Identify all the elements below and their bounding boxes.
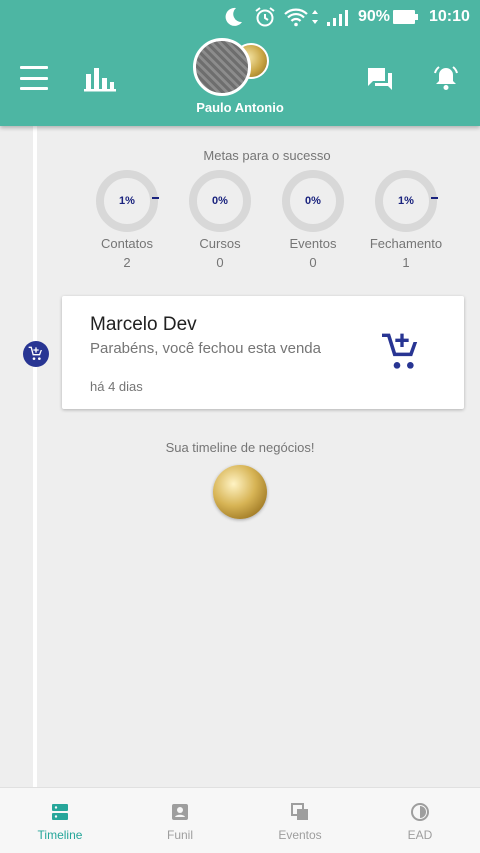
goal-percent: 1% (119, 195, 135, 207)
timeline-line (33, 126, 37, 788)
menu-icon[interactable] (20, 66, 48, 90)
app-header: 90% 10:10 Paulo Antonio (0, 0, 480, 126)
battery-percent: 90% (358, 8, 391, 25)
wifi-icon (284, 6, 308, 28)
timeline-footer-text: Sua timeline de negócios! (165, 440, 315, 455)
goal-label: Fechamento (369, 236, 443, 251)
card-contact-name: Marcelo Dev (90, 314, 197, 335)
chat-icon[interactable] (366, 66, 394, 92)
tab-ead[interactable]: EAD (360, 788, 480, 853)
alarm-bell-icon[interactable] (432, 64, 460, 92)
goal-count: 1 (402, 255, 410, 270)
cart-marker-icon (23, 341, 49, 367)
goal-fechamento: 1% Fechamento 1 (356, 170, 456, 270)
bar-chart-icon[interactable] (84, 64, 116, 92)
timeline-card[interactable]: Marcelo Dev Parabéns, você fechou esta v… (62, 296, 464, 409)
goal-ring: 1% (96, 170, 159, 232)
contact-card-icon (172, 804, 188, 820)
clock: 10:10 (429, 8, 470, 25)
bottom-navigation: Timeline Funil Eventos EAD (0, 787, 480, 853)
tab-label: Funil (166, 828, 193, 842)
moon-icon (222, 6, 244, 28)
goal-eventos: 0% Eventos 0 (263, 170, 363, 270)
goal-ring: 0% (189, 170, 251, 232)
tab-label: Eventos (278, 828, 322, 842)
goal-percent: 0% (305, 195, 321, 207)
battery-icon (392, 6, 420, 28)
tab-funil[interactable]: Funil (120, 788, 240, 853)
status-bar: 90% 10:10 (0, 0, 480, 34)
add-shopping-cart-icon (382, 332, 422, 372)
alarm-icon (254, 6, 276, 28)
goal-ring: 0% (282, 170, 344, 232)
goal-count: 0 (216, 255, 224, 270)
tab-label: EAD (407, 828, 433, 842)
copy-icon (291, 803, 308, 820)
avatar[interactable] (193, 38, 251, 96)
goal-count: 2 (123, 255, 131, 270)
goal-contatos: 1% Contatos 2 (77, 170, 177, 270)
goal-percent: 1% (398, 195, 414, 207)
card-message: Parabéns, você fechou esta venda (90, 340, 321, 357)
signal-icon (326, 6, 352, 28)
goal-count: 0 (309, 255, 317, 270)
goals-title: Metas para o sucesso (203, 148, 331, 163)
tab-timeline[interactable]: Timeline (0, 788, 120, 853)
tab-eventos[interactable]: Eventos (240, 788, 360, 853)
timeline-icon (52, 804, 68, 820)
goal-percent: 0% (212, 195, 228, 207)
tab-label: Timeline (37, 828, 83, 842)
pie-icon (411, 803, 429, 821)
profile-avatar-group[interactable] (193, 38, 277, 98)
user-name: Paulo Antonio (196, 100, 284, 115)
card-timestamp: há 4 dias (90, 379, 143, 394)
goal-label: Contatos (100, 236, 154, 251)
goal-cursos: 0% Cursos 0 (170, 170, 270, 270)
data-arrows-icon (310, 6, 320, 28)
globe-coin-icon (213, 465, 267, 519)
goal-ring: 1% (375, 170, 438, 232)
goal-label: Cursos (199, 236, 241, 251)
goal-label: Eventos (289, 236, 337, 251)
